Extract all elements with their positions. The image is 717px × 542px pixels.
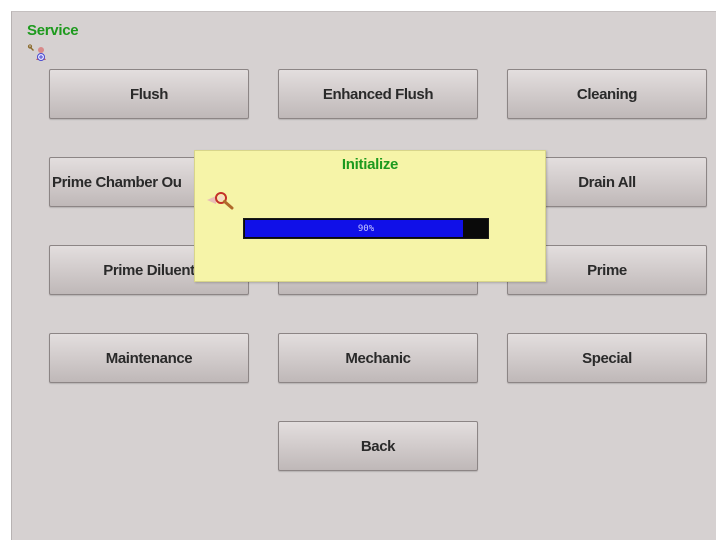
special-button[interactable]: Special	[507, 333, 707, 383]
progress-label: 90%	[357, 223, 375, 234]
magnifier-icon	[207, 192, 234, 210]
initialize-dialog: Initialize 90%	[194, 150, 546, 282]
service-window: Service Flush Enhanced Flush Cleaning Pr…	[11, 11, 716, 540]
flush-button[interactable]: Flush	[49, 69, 249, 119]
back-button[interactable]: Back	[278, 421, 478, 471]
enhanced-flush-button[interactable]: Enhanced Flush	[278, 69, 478, 119]
progress-bar: 90%	[243, 218, 489, 239]
page-title: Service	[27, 22, 79, 39]
cleaning-button[interactable]: Cleaning	[507, 69, 707, 119]
maintenance-button[interactable]: Maintenance	[49, 333, 249, 383]
dialog-title: Initialize	[341, 156, 399, 173]
mechanic-button[interactable]: Mechanic	[278, 333, 478, 383]
user-wrench-icon	[27, 44, 46, 61]
